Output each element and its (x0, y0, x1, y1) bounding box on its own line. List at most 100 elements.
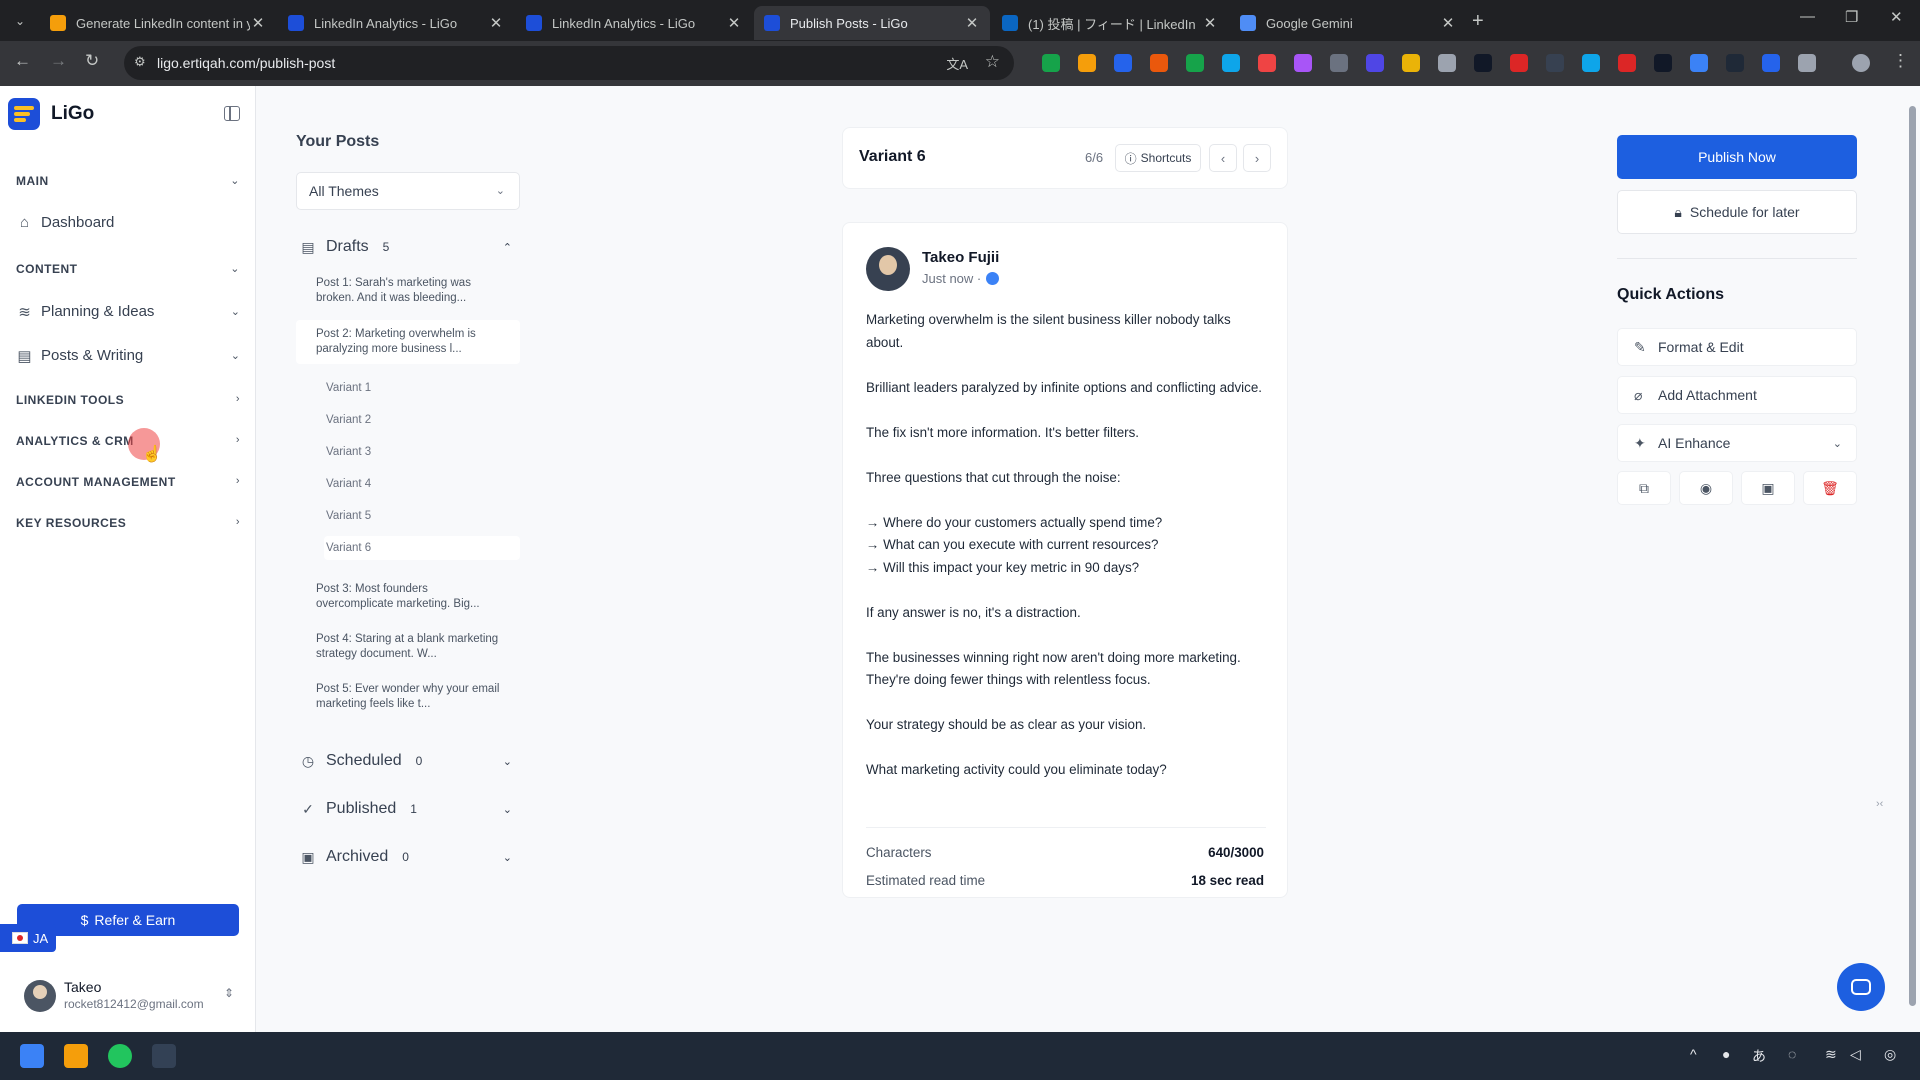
browser-tab[interactable]: Generate LinkedIn content in y ✕ (40, 6, 276, 40)
forward-icon[interactable]: → (50, 51, 67, 71)
variant-1[interactable]: Variant 1 (324, 376, 520, 400)
extension-icon[interactable] (1510, 54, 1528, 72)
chrome-icon[interactable] (108, 1044, 132, 1068)
ime-icon[interactable]: あ (1752, 1046, 1766, 1066)
notification-bell-icon[interactable]: ◎ (1884, 1046, 1896, 1063)
language-badge[interactable]: JA (0, 924, 56, 952)
variant-6[interactable]: Variant 6 (324, 536, 520, 560)
tab-close-icon[interactable]: ✕ (964, 14, 980, 32)
duplicate-button[interactable]: ⧉ (1617, 471, 1671, 505)
extension-icon[interactable] (1546, 54, 1564, 72)
scrollbar-thumb[interactable] (1909, 106, 1916, 1006)
preview-button[interactable]: ◉ (1679, 471, 1733, 505)
extension-icon[interactable] (1330, 54, 1348, 72)
browser-menu-icon[interactable]: ⋮ (1892, 51, 1909, 71)
shortcuts-button[interactable]: ⓘ Shortcuts (1115, 144, 1201, 172)
archive-button[interactable]: ▣ (1741, 471, 1795, 505)
tab-close-icon[interactable]: ✕ (726, 14, 742, 32)
sidebar-item-posts[interactable]: ▤ Posts & Writing ⌄ (16, 347, 240, 365)
scheduled-group-header[interactable]: ◷ Scheduled 0 ⌄ (296, 748, 520, 774)
publish-now-button[interactable]: Publish Now (1617, 135, 1857, 179)
published-group-header[interactable]: ✓ Published 1 ⌄ (296, 796, 520, 822)
minimize-icon[interactable]: — (1800, 8, 1815, 25)
nav-section-linkedin-tools[interactable]: LINKEDIN TOOLS › (16, 393, 240, 407)
extension-icon[interactable] (1222, 54, 1240, 72)
extension-icon[interactable] (1690, 54, 1708, 72)
variant-2[interactable]: Variant 2 (324, 408, 520, 432)
brand[interactable]: LiGo (8, 98, 94, 130)
tab-close-icon[interactable]: ✕ (488, 14, 504, 32)
bookmark-star-icon[interactable]: ☆ (985, 52, 1000, 72)
draft-post-1[interactable]: Post 1: Sarah's marketing was broken. An… (296, 276, 520, 306)
sidebar-item-dashboard[interactable]: ⌂ Dashboard (16, 214, 240, 231)
extension-icon[interactable] (1366, 54, 1384, 72)
extension-icon[interactable] (1042, 54, 1060, 72)
restore-icon[interactable]: ❐ (1845, 8, 1858, 26)
wifi-icon[interactable]: ≋ (1825, 1046, 1837, 1063)
ai-enhance-button[interactable]: ✦ AI Enhance ⌄ (1617, 424, 1857, 462)
format-edit-button[interactable]: ✎ Format & Edit (1617, 328, 1857, 366)
volume-icon[interactable]: ◁ (1850, 1046, 1861, 1063)
extension-icon[interactable] (1438, 54, 1456, 72)
extension-icon[interactable] (1726, 54, 1744, 72)
extension-icon[interactable] (1078, 54, 1096, 72)
tab-close-icon[interactable]: ✕ (1440, 14, 1456, 32)
new-tab-button[interactable]: + (1472, 9, 1484, 33)
extension-icon[interactable] (1114, 54, 1132, 72)
translate-icon[interactable]: 文A (946, 54, 968, 73)
profile-avatar-icon[interactable] (1852, 54, 1870, 72)
next-variant-button[interactable]: › (1243, 144, 1271, 172)
schedule-later-button[interactable]: 🔒︎ Schedule for later (1617, 190, 1857, 234)
extension-icon[interactable] (1582, 54, 1600, 72)
window-close-icon[interactable]: ✕ (1890, 8, 1903, 26)
chat-support-button[interactable] (1837, 963, 1885, 1011)
tab-close-icon[interactable]: ✕ (250, 14, 266, 32)
post-body[interactable]: Marketing overwhelm is the silent busine… (866, 309, 1266, 782)
delete-button[interactable]: 🗑︎ (1803, 471, 1857, 505)
browser-tab[interactable]: Google Gemini ✕ (1230, 6, 1466, 40)
theme-filter-select[interactable]: All Themes ⌄ (296, 172, 520, 210)
browser-tab[interactable]: (1) 投稿 | フィード | LinkedIn ✕ (992, 6, 1228, 40)
nav-section-account[interactable]: ACCOUNT MANAGEMENT › (16, 475, 240, 489)
extension-icon[interactable] (1258, 54, 1276, 72)
file-explorer-icon[interactable] (64, 1044, 88, 1068)
variant-5[interactable]: Variant 5 (324, 504, 520, 528)
variant-4[interactable]: Variant 4 (324, 472, 520, 496)
extension-icon[interactable] (1798, 54, 1816, 72)
previous-variant-button[interactable]: ‹ (1209, 144, 1237, 172)
archived-group-header[interactable]: ▣ Archived 0 ⌄ (296, 844, 520, 870)
extension-icon[interactable] (1402, 54, 1420, 72)
back-icon[interactable]: ← (14, 51, 31, 71)
extension-icon[interactable] (1618, 54, 1636, 72)
browser-tab[interactable]: LinkedIn Analytics - LiGo ✕ (278, 6, 514, 40)
variant-3[interactable]: Variant 3 (324, 440, 520, 464)
sidebar-collapse-icon[interactable] (224, 106, 240, 121)
extension-icon[interactable] (1654, 54, 1672, 72)
sidebar-item-planning[interactable]: ≋ Planning & Ideas ⌄ (16, 303, 240, 321)
drafts-group-header[interactable]: ▤ Drafts 5 ⌃ (296, 234, 520, 260)
draft-post-2[interactable]: Post 2: Marketing overwhelm is paralyzin… (296, 320, 520, 364)
expand-panel-icon[interactable]: ›‹ (1876, 798, 1896, 818)
site-info-icon[interactable]: ⚙ (134, 54, 146, 70)
draft-post-4[interactable]: Post 4: Staring at a blank marketing str… (296, 632, 520, 662)
nav-section-content[interactable]: CONTENT ⌄ (16, 262, 240, 276)
tray-chevron-icon[interactable]: ^ (1690, 1046, 1697, 1062)
extension-icon[interactable] (1474, 54, 1492, 72)
extension-icon[interactable] (1294, 54, 1312, 72)
microphone-icon[interactable]: ● (1722, 1046, 1730, 1062)
reload-icon[interactable]: ↻ (85, 51, 99, 71)
app-icon[interactable] (152, 1044, 176, 1068)
draft-post-5[interactable]: Post 5: Ever wonder why your email marke… (296, 682, 520, 712)
tab-close-icon[interactable]: ✕ (1202, 14, 1218, 32)
browser-tab[interactable]: Publish Posts - LiGo ✕ (754, 6, 990, 40)
sync-icon[interactable]: ◌ (1788, 1046, 1796, 1062)
user-menu[interactable]: Takeo rocket812412@gmail.com ⇕ (24, 976, 234, 1016)
draft-post-3[interactable]: Post 3: Most founders overcomplicate mar… (296, 582, 520, 612)
url-text[interactable]: ligo.ertiqah.com/publish-post (157, 55, 335, 71)
browser-tab[interactable]: LinkedIn Analytics - LiGo ✕ (516, 6, 752, 40)
add-attachment-button[interactable]: ⌀ Add Attachment (1617, 376, 1857, 414)
tab-search-icon[interactable]: ⌄ (8, 9, 32, 33)
extension-icon[interactable] (1762, 54, 1780, 72)
extension-icon[interactable] (1186, 54, 1204, 72)
nav-section-main[interactable]: MAIN ⌄ (16, 174, 240, 188)
